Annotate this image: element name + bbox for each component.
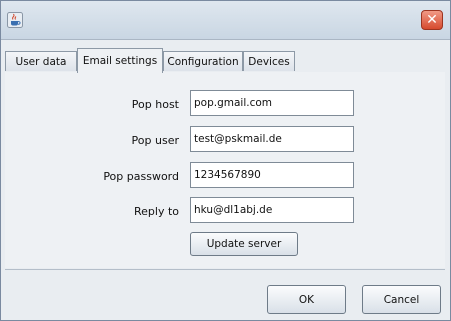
email-settings-panel: Pop host Pop user Pop password Reply to …: [5, 72, 445, 268]
pop-password-label: Pop password: [103, 170, 179, 183]
cancel-button[interactable]: Cancel: [362, 285, 441, 314]
tab-configuration[interactable]: Configuration: [163, 51, 243, 71]
pop-user-input[interactable]: [190, 126, 354, 152]
update-server-button[interactable]: Update server: [190, 232, 298, 256]
ok-label: OK: [298, 293, 315, 306]
tab-bar: User data Email settings Configuration D…: [5, 48, 445, 73]
close-icon: ✕: [426, 12, 438, 28]
pop-password-input[interactable]: [190, 162, 354, 188]
tab-label: Devices: [248, 55, 290, 68]
pop-user-label: Pop user: [131, 134, 179, 147]
tab-user-data[interactable]: User data: [5, 51, 77, 71]
settings-dialog: ✕ User data Email settings Configuration…: [0, 0, 451, 321]
update-server-label: Update server: [206, 238, 282, 250]
title-bar[interactable]: ✕: [1, 1, 450, 40]
ok-button[interactable]: OK: [267, 285, 346, 314]
cancel-label: Cancel: [383, 293, 420, 306]
java-cup-icon: [7, 12, 23, 28]
tab-label: Email settings: [82, 55, 158, 67]
close-button[interactable]: ✕: [421, 10, 443, 30]
pop-host-label: Pop host: [131, 98, 179, 111]
reply-to-input[interactable]: [190, 197, 354, 223]
pop-host-input[interactable]: [190, 90, 354, 116]
tab-label: Configuration: [167, 55, 239, 68]
reply-to-label: Reply to: [133, 205, 179, 218]
tab-email-settings[interactable]: Email settings: [77, 48, 163, 73]
tab-devices[interactable]: Devices: [243, 51, 295, 71]
footer-separator: [5, 269, 445, 270]
tab-label: User data: [15, 55, 67, 68]
